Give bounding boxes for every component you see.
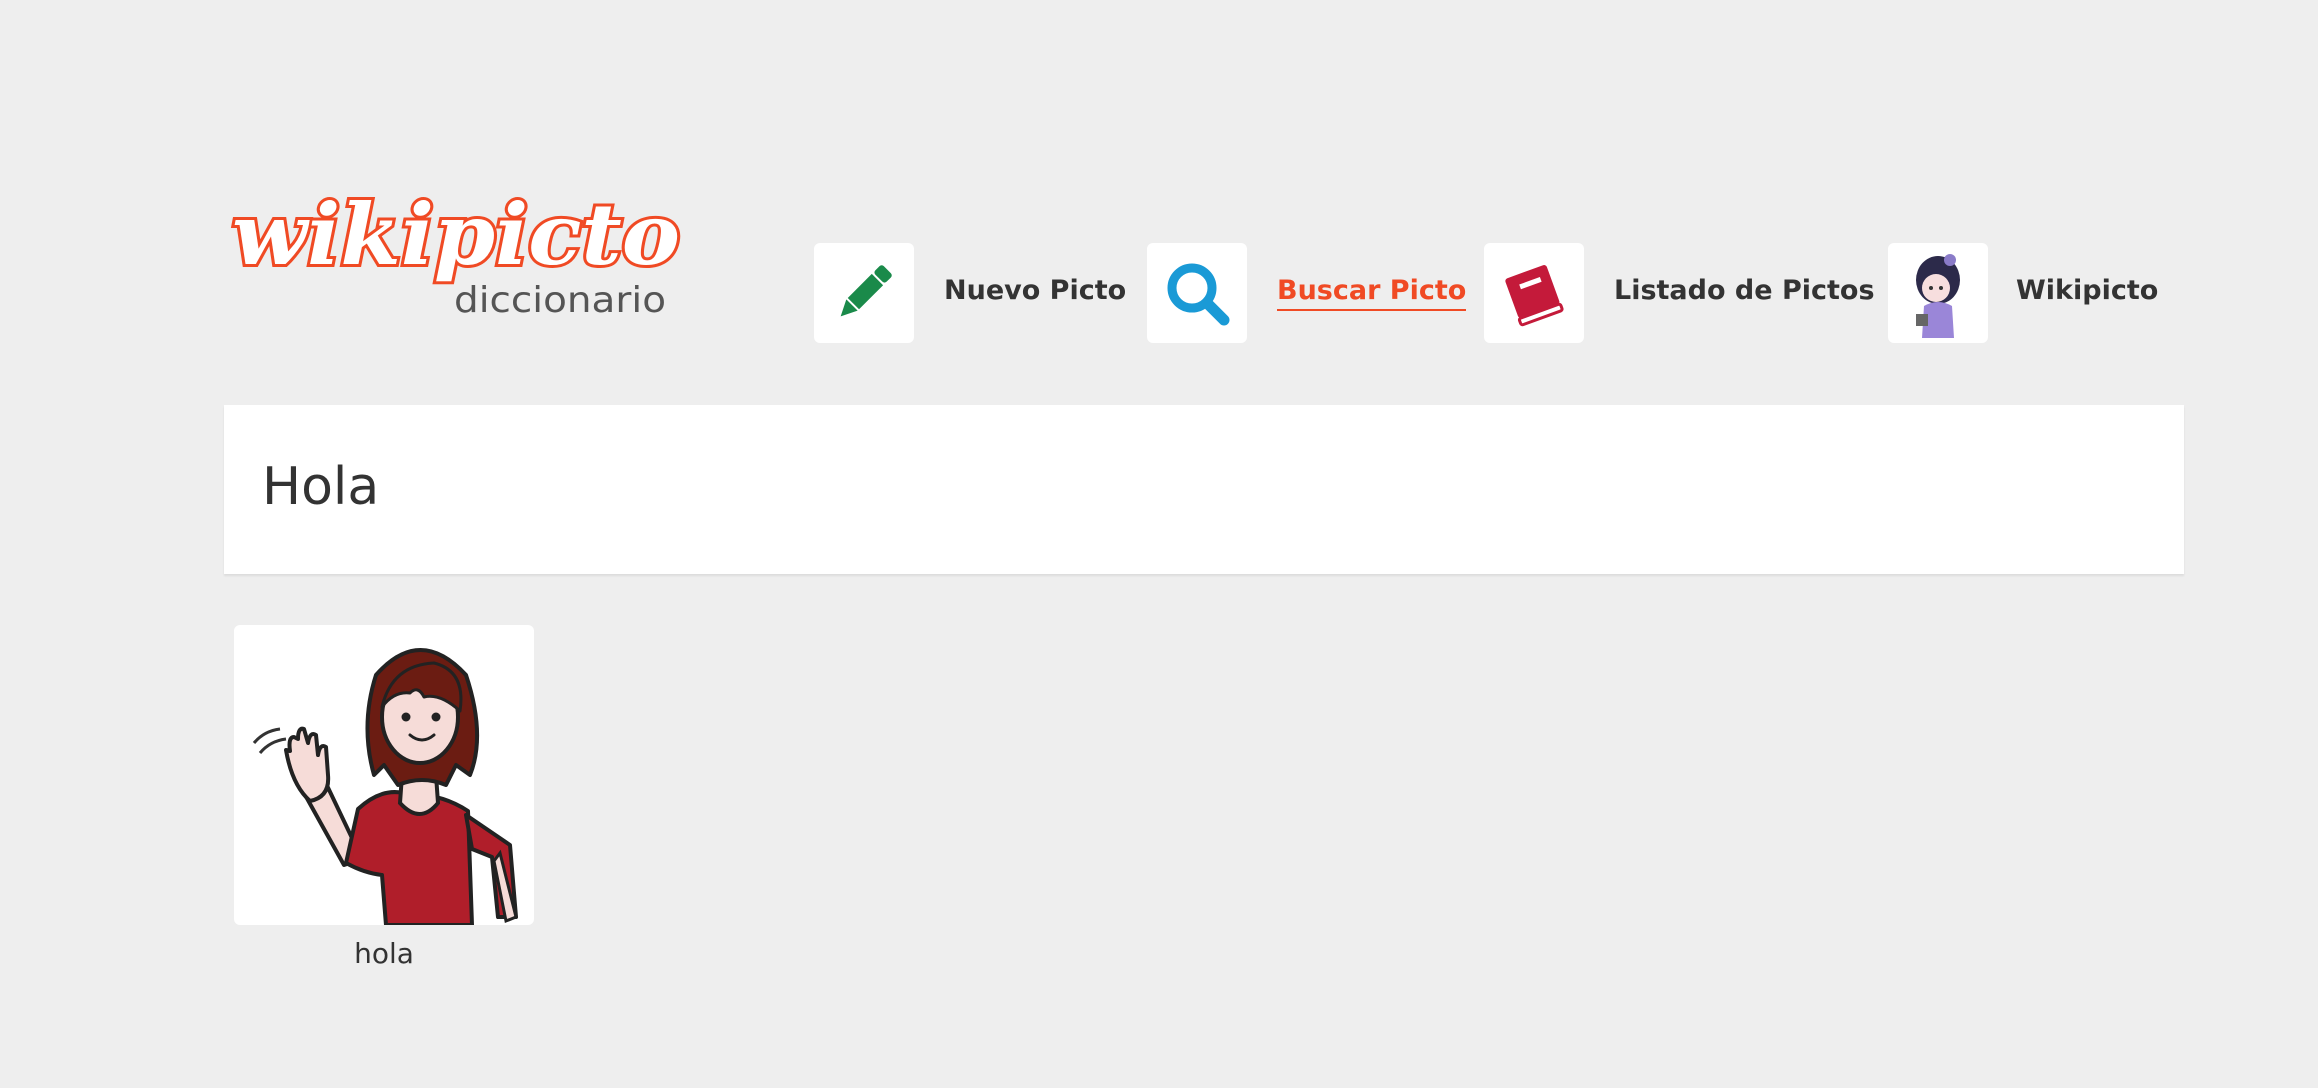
- main-nav: Nuevo Picto Buscar Picto Listado de Pict…: [0, 243, 2318, 343]
- nav-tile: [1484, 243, 1584, 343]
- picto-card[interactable]: hola: [234, 625, 534, 971]
- nav-item-nuevo-picto[interactable]: Nuevo Picto: [814, 243, 1134, 343]
- girl-avatar-icon: [1916, 254, 1960, 338]
- nav-tile: [814, 243, 914, 343]
- nav-label: Nuevo Picto: [944, 275, 1127, 306]
- picto-label[interactable]: hola: [234, 937, 534, 971]
- nav-item-buscar-picto[interactable]: Buscar Picto: [1147, 243, 1467, 343]
- book-icon: [1505, 265, 1564, 327]
- page-title: Hola: [262, 457, 380, 517]
- nav-label: Listado de Pictos: [1614, 275, 1875, 306]
- nav-tile: [1147, 243, 1247, 343]
- nav-label: Wikipicto: [2016, 275, 2159, 306]
- search-title-panel: Hola: [224, 405, 2184, 574]
- nav-label: Buscar Picto: [1277, 273, 1467, 311]
- pencil-icon: [840, 265, 892, 317]
- girl-waving-pictogram: [252, 648, 518, 925]
- nav-item-wikipicto[interactable]: Wikipicto: [1888, 243, 2158, 343]
- nav-tile: [1888, 243, 1988, 343]
- search-icon: [1167, 263, 1230, 326]
- picto-image[interactable]: [234, 625, 534, 925]
- nav-item-listado-de-pictos[interactable]: Listado de Pictos: [1484, 243, 1875, 343]
